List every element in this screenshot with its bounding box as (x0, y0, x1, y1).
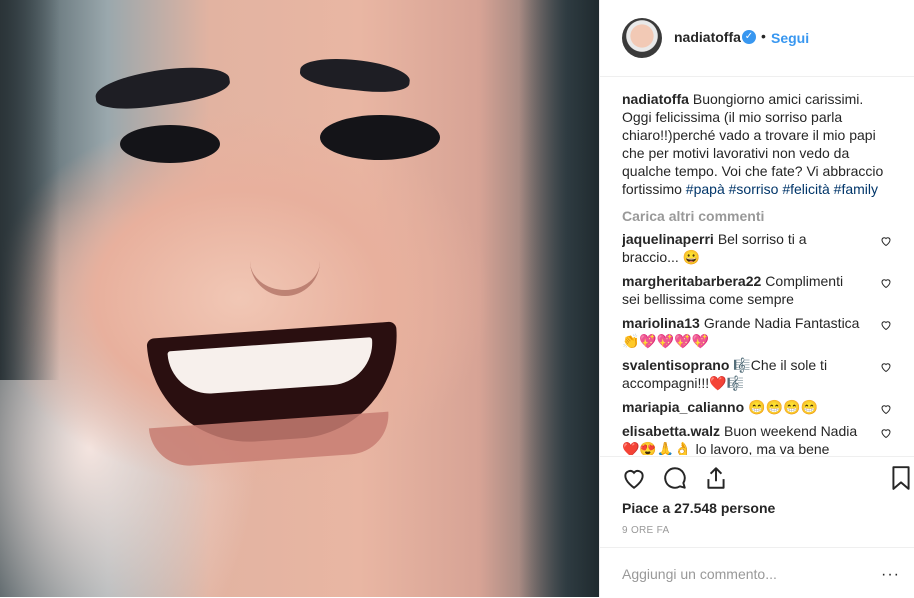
comment-username[interactable]: svalentisoprano (622, 357, 729, 373)
post-actions-bar (600, 456, 914, 497)
comments-list[interactable]: nadiatoffa Buongiorno amici carissimi. Og… (622, 90, 892, 455)
follow-button[interactable]: Segui (771, 30, 809, 46)
photo-eye-right (320, 115, 440, 160)
share-icon[interactable] (703, 465, 729, 491)
add-comment-input[interactable]: Aggiungi un commento... (622, 566, 777, 582)
post-photo[interactable] (0, 0, 599, 597)
post-side-panel: nadiatoffa ✓ • Segui nadiatoffa Buongiorn… (600, 0, 914, 597)
photo-eyebrow-right (298, 54, 412, 96)
comment-icon[interactable] (662, 465, 688, 491)
comment-like-icon[interactable] (880, 403, 892, 415)
comment-like-icon[interactable] (880, 319, 892, 331)
comment-username[interactable]: mariapia_calianno (622, 399, 744, 415)
photo-hair-right (519, 0, 599, 597)
photo-lower-lip (148, 411, 392, 469)
post-header: nadiatoffa ✓ • Segui (600, 0, 914, 77)
likes-count[interactable]: Piace a 27.548 persone (622, 500, 775, 516)
comment-item: mariolina13 Grande Nadia Fantastica 👏💖💖💖💖 (622, 314, 892, 350)
heart-icon[interactable] (621, 465, 647, 491)
load-more-comments-button[interactable]: Carica altri commenti (622, 208, 892, 224)
avatar[interactable] (622, 18, 662, 58)
caption-username[interactable]: nadiatoffa (622, 91, 689, 107)
photo-eyebrow-left (93, 60, 232, 115)
comment-username[interactable]: margheritabarbera22 (622, 273, 761, 289)
hashtag-link[interactable]: #sorriso (729, 181, 779, 197)
comment-like-icon[interactable] (880, 427, 892, 439)
comment-text: 😁😁😁😁 (748, 399, 818, 415)
post-timestamp[interactable]: 9 ORE FA (622, 525, 669, 536)
comment-like-icon[interactable] (880, 235, 892, 247)
verified-check-icon: ✓ (742, 30, 756, 44)
add-comment-bar: Aggiungi un commento... ··· (600, 547, 914, 598)
comment-item: jaquelinaperri Bel sorriso ti a braccio..… (622, 230, 892, 266)
photo-teeth (167, 337, 376, 397)
comment-item: svalentisoprano 🎼Che il sole ti accompagn… (622, 356, 892, 392)
photo-eye-left (120, 125, 220, 163)
comment-username[interactable]: jaquelinaperri (622, 231, 714, 247)
comment-like-icon[interactable] (880, 277, 892, 289)
header-username[interactable]: nadiatoffa (674, 29, 741, 45)
comment-item: mariapia_calianno 😁😁😁😁 (622, 398, 892, 416)
separator-dot: • (761, 28, 766, 44)
post-caption: nadiatoffa Buongiorno amici carissimi. Og… (622, 90, 892, 198)
hashtag-link[interactable]: #papà (686, 181, 725, 197)
photo-hair-left (0, 0, 60, 380)
comment-username[interactable]: mariolina13 (622, 315, 700, 331)
comment-item: elisabetta.walz Buon weekend Nadia ❤️😍🙏👌 … (622, 422, 892, 455)
comment-username[interactable]: elisabetta.walz (622, 423, 720, 439)
more-options-icon[interactable]: ··· (881, 566, 900, 584)
hashtag-link[interactable]: #family (834, 181, 878, 197)
hashtag-link[interactable]: #felicità (782, 181, 829, 197)
bookmark-icon[interactable] (888, 465, 914, 491)
photo-nose (250, 250, 320, 296)
comment-like-icon[interactable] (880, 361, 892, 373)
comment-item: margheritabarbera22 Complimenti sei belli… (622, 272, 892, 308)
